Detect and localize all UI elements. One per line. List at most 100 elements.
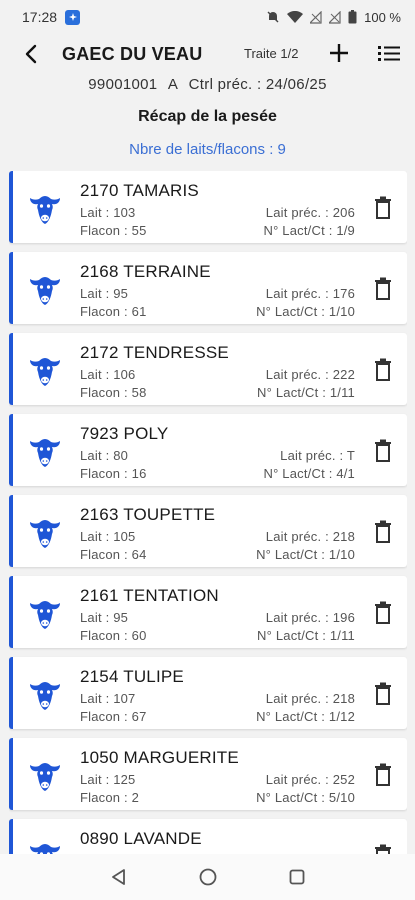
nav-recents-button[interactable]: [288, 868, 306, 886]
list-menu-button[interactable]: [377, 42, 403, 66]
delete-button[interactable]: [372, 277, 394, 301]
previous-milk-value: Lait préc. : 222: [265, 367, 355, 382]
delete-button[interactable]: [372, 196, 394, 220]
wifi-icon: [287, 10, 304, 24]
cow-card[interactable]: 2170 TAMARIS Lait : 103 Flacon : 55 Lait pr…: [9, 171, 407, 243]
delete-button[interactable]: [372, 601, 394, 625]
trash-icon: [372, 196, 394, 224]
delete-button[interactable]: [372, 682, 394, 706]
cow-name: 2168 TERRAINE: [80, 262, 211, 281]
previous-milk-value: Lait préc. : 218: [265, 691, 355, 706]
previous-milk-value: Lait préc. : 176: [265, 286, 355, 301]
back-button[interactable]: [18, 42, 44, 66]
cow-card[interactable]: 2154 TULIPE Lait : 107 Flacon : 67 Lait pré…: [9, 657, 407, 729]
herd-code: A: [167, 76, 179, 93]
previous-milk-value: Lait préc. : T: [280, 448, 355, 463]
flask-value: Flacon : 67: [80, 709, 147, 724]
lactation-value: N° Lact/Ct : 1/10: [256, 547, 355, 562]
cow-icon: [27, 596, 63, 632]
ctrl-date: Ctrl préc. : 24/06/25: [188, 76, 327, 93]
milk-value: Lait : 107: [80, 691, 136, 706]
cow-icon: [27, 191, 63, 227]
weighing-list[interactable]: 2170 TAMARIS Lait : 103 Flacon : 55 Lait pr…: [9, 171, 407, 854]
status-bar: 17:28 100 %: [0, 0, 415, 34]
cow-card[interactable]: 2172 TENDRESSE Lait : 106 Flacon : 58 Lait …: [9, 333, 407, 405]
battery-level: 100 %: [364, 9, 401, 25]
delete-button[interactable]: [372, 439, 394, 463]
cow-icon: [27, 353, 63, 389]
cow-icon: [27, 677, 63, 713]
nav-back-button[interactable]: [110, 868, 128, 886]
lactation-value: N° Lact/Ct : 1/12: [256, 709, 355, 724]
milk-value: Lait : 80: [80, 448, 129, 463]
cow-icon: [27, 839, 63, 854]
cow-name: 2163 TOUPETTE: [80, 505, 216, 524]
cow-name: 2161 TENTATION: [80, 586, 219, 605]
count-label: Nbre de laits/flacons : 9: [129, 141, 286, 158]
cow-icon: [27, 272, 63, 308]
cow-name: 2172 TENDRESSE: [80, 343, 229, 362]
flask-value: Flacon : 16: [80, 466, 147, 481]
lactation-value: N° Lact/Ct : 1/11: [257, 385, 355, 400]
milk-value: Lait : 95: [80, 286, 129, 301]
trash-icon: [372, 601, 394, 629]
cow-name: 0890 LAVANDE: [80, 829, 202, 848]
cow-name: 1050 MARGUERITE: [80, 748, 239, 767]
lactation-value: N° Lact/Ct : 4/1: [263, 466, 355, 481]
flask-value: Flacon : 60: [80, 628, 147, 643]
milk-value: Lait : 95: [80, 610, 129, 625]
trash-icon: [372, 358, 394, 386]
delete-button[interactable]: [372, 358, 394, 382]
lactation-value: N° Lact/Ct : 1/9: [263, 223, 355, 238]
flask-value: Flacon : 2: [80, 790, 140, 805]
lactation-value: N° Lact/Ct : 1/11: [257, 628, 355, 643]
milk-value: Lait : 125: [80, 772, 136, 787]
list-icon: [378, 46, 400, 61]
page-title: GAEC DU VEAU: [62, 44, 203, 64]
trash-icon: [372, 439, 394, 467]
previous-milk-value: Lait préc. : 252: [265, 772, 355, 787]
cow-icon: [27, 434, 63, 470]
cow-card[interactable]: 0890 LAVANDE: [9, 819, 407, 854]
cow-card[interactable]: 2161 TENTATION Lait : 95 Flacon : 60 Lait p…: [9, 576, 407, 648]
circle-home-icon: [199, 868, 216, 886]
signal-icon: [310, 10, 322, 24]
flask-value: Flacon : 61: [80, 304, 147, 319]
trash-icon: [372, 277, 394, 305]
cow-icon: [27, 515, 63, 551]
milk-value: Lait : 105: [80, 529, 136, 544]
cow-card[interactable]: 7923 POLY Lait : 80 Flacon : 16 Lait préc. …: [9, 414, 407, 486]
cow-name: 7923 POLY: [80, 424, 169, 443]
milk-value: Lait : 103: [80, 205, 136, 220]
plus-icon: [330, 44, 348, 62]
cow-name: 2170 TAMARIS: [80, 181, 199, 200]
add-button[interactable]: [326, 40, 352, 66]
app-notification-icon: [65, 9, 81, 25]
cow-card[interactable]: 2163 TOUPETTE Lait : 105 Flacon : 64 Lait p…: [9, 495, 407, 567]
trash-icon: [372, 520, 394, 548]
herd-id: 99001001: [88, 76, 158, 93]
traite-indicator: Traite 1/2: [244, 46, 299, 61]
mute-icon: [266, 10, 280, 24]
previous-milk-value: Lait préc. : 206: [265, 205, 355, 220]
toolbar: GAEC DU VEAU Traite 1/2: [0, 34, 415, 74]
cow-card[interactable]: 1050 MARGUERITE Lait : 125 Flacon : 2 Lait …: [9, 738, 407, 810]
delete-button[interactable]: [372, 520, 394, 544]
square-recents-icon: [289, 869, 304, 885]
milk-value: Lait : 106: [80, 367, 136, 382]
nav-home-button[interactable]: [198, 867, 218, 887]
flask-value: Flacon : 58: [80, 385, 147, 400]
status-time: 17:28: [22, 9, 58, 25]
cow-name: 2154 TULIPE: [80, 667, 184, 686]
signal-icon-2: [329, 10, 341, 24]
recap-title: Récap de la pesée: [138, 108, 277, 125]
delete-button[interactable]: [372, 763, 394, 787]
lactation-value: N° Lact/Ct : 1/10: [256, 304, 355, 319]
herd-info: 99001001 A Ctrl préc. : 24/06/25: [0, 76, 415, 93]
trash-icon: [372, 763, 394, 791]
cow-card[interactable]: 2168 TERRAINE Lait : 95 Flacon : 61 Lait pr…: [9, 252, 407, 324]
previous-milk-value: Lait préc. : 196: [265, 610, 355, 625]
back-arrow-icon: [25, 44, 37, 64]
delete-button[interactable]: [372, 844, 394, 854]
flask-value: Flacon : 55: [80, 223, 147, 238]
